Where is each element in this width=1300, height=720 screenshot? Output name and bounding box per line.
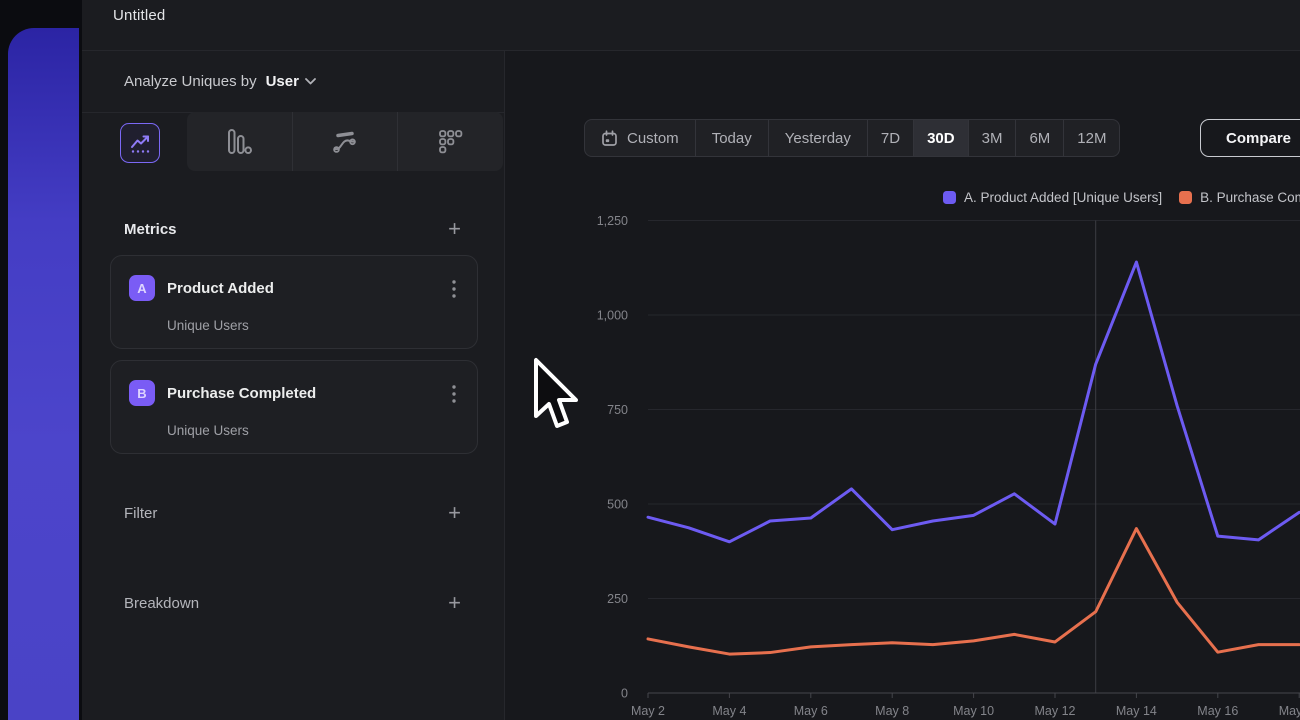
filter-title: Filter (124, 505, 157, 522)
filter-header: Filter + (82, 497, 505, 529)
add-metric-button[interactable]: + (448, 219, 461, 239)
metric-subtitle[interactable]: Unique Users (167, 423, 249, 438)
tab-retention[interactable] (397, 112, 503, 171)
svg-text:0: 0 (621, 687, 628, 701)
svg-text:May 14: May 14 (1116, 704, 1157, 718)
backdrop-gradient (8, 28, 79, 720)
metric-badge-a: A (129, 275, 155, 301)
chart-legend: A. Product Added [Unique Users] B. Purch… (943, 190, 1300, 205)
range-12m-button[interactable]: 12M (1063, 120, 1119, 156)
range-custom-button[interactable]: Custom (585, 120, 695, 156)
range-6m-button[interactable]: 6M (1015, 120, 1063, 156)
metric-name: Product Added (167, 280, 274, 297)
legend-swatch-orange (1179, 191, 1192, 204)
analyze-by-label: Analyze Uniques by (124, 73, 257, 90)
legend-item-b: B. Purchase Completed [Unique Users] (1179, 190, 1300, 205)
compare-button[interactable]: Compare (1200, 119, 1300, 157)
legend-label: A. Product Added [Unique Users] (964, 190, 1162, 205)
line-chart-icon (129, 132, 152, 155)
svg-text:May 8: May 8 (875, 704, 909, 718)
breakdown-title: Breakdown (124, 595, 199, 612)
analyze-by-row: Analyze Uniques by User (82, 51, 505, 113)
chart-panel: Custom Today Yesterday 7D 30D 3M 6M 12M … (505, 51, 1300, 720)
calendar-icon (601, 130, 618, 147)
analyze-by-dropdown[interactable]: User (266, 73, 316, 90)
svg-text:250: 250 (607, 592, 628, 606)
query-sidebar: Analyze Uniques by User (82, 51, 505, 720)
kebab-icon (452, 385, 456, 403)
retention-grid-icon (438, 129, 463, 154)
legend-label: B. Purchase Completed [Unique Users] (1200, 190, 1300, 205)
legend-item-a: A. Product Added [Unique Users] (943, 190, 1162, 205)
tab-bar-chart[interactable] (187, 112, 292, 171)
svg-text:May 18: May 18 (1279, 704, 1300, 718)
analyze-by-value: User (266, 73, 299, 90)
svg-text:1,250: 1,250 (597, 214, 628, 228)
svg-text:May 10: May 10 (953, 704, 994, 718)
svg-text:1,000: 1,000 (597, 309, 628, 323)
add-filter-button[interactable]: + (448, 503, 461, 523)
svg-text:750: 750 (607, 403, 628, 417)
chevron-down-icon (305, 78, 316, 85)
flows-icon (332, 129, 358, 155)
range-today-button[interactable]: Today (695, 120, 768, 156)
chart-type-tabs (187, 112, 503, 171)
svg-text:May 16: May 16 (1197, 704, 1238, 718)
svg-text:May 2: May 2 (631, 704, 665, 718)
line-chart-svg: 0 250 500 750 1,000 1,250 May 2 May 4 May 6 May 8… (505, 210, 1300, 720)
svg-text:May 6: May 6 (794, 704, 828, 718)
tab-flows[interactable] (292, 112, 398, 171)
svg-text:May 12: May 12 (1035, 704, 1076, 718)
report-title[interactable]: Untitled (113, 7, 165, 24)
metric-subtitle[interactable]: Unique Users (167, 318, 249, 333)
add-breakdown-button[interactable]: + (448, 593, 461, 613)
range-yesterday-button[interactable]: Yesterday (768, 120, 867, 156)
range-30d-button[interactable]: 30D (913, 120, 968, 156)
breakdown-header: Breakdown + (82, 587, 505, 619)
date-range-group: Custom Today Yesterday 7D 30D 3M 6M 12M (584, 119, 1120, 157)
tab-insights-active[interactable] (120, 123, 160, 163)
range-label: Custom (627, 130, 679, 147)
title-bar: Untitled (82, 0, 1300, 51)
svg-text:500: 500 (607, 498, 628, 512)
range-3m-button[interactable]: 3M (968, 120, 1016, 156)
svg-text:May 4: May 4 (712, 704, 746, 718)
metric-card-a[interactable]: A Product Added Unique Users (110, 255, 478, 349)
line-chart[interactable]: 0 250 500 750 1,000 1,250 May 2 May 4 May 6 May 8… (505, 210, 1300, 720)
kebab-icon (452, 280, 456, 298)
metric-card-b[interactable]: B Purchase Completed Unique Users (110, 360, 478, 454)
metrics-header: Metrics + (82, 213, 505, 245)
analytics-window: Untitled Analyze Uniques by User (82, 0, 1300, 720)
bar-chart-icon (227, 128, 252, 155)
metrics-title: Metrics (124, 221, 177, 238)
metric-menu-button[interactable] (445, 383, 463, 405)
metric-menu-button[interactable] (445, 278, 463, 300)
app-screenshot: Untitled Analyze Uniques by User (0, 0, 1300, 720)
metric-name: Purchase Completed (167, 385, 316, 402)
metric-badge-b: B (129, 380, 155, 406)
desktop-backdrop (0, 0, 82, 720)
range-7d-button[interactable]: 7D (867, 120, 913, 156)
legend-swatch-purple (943, 191, 956, 204)
